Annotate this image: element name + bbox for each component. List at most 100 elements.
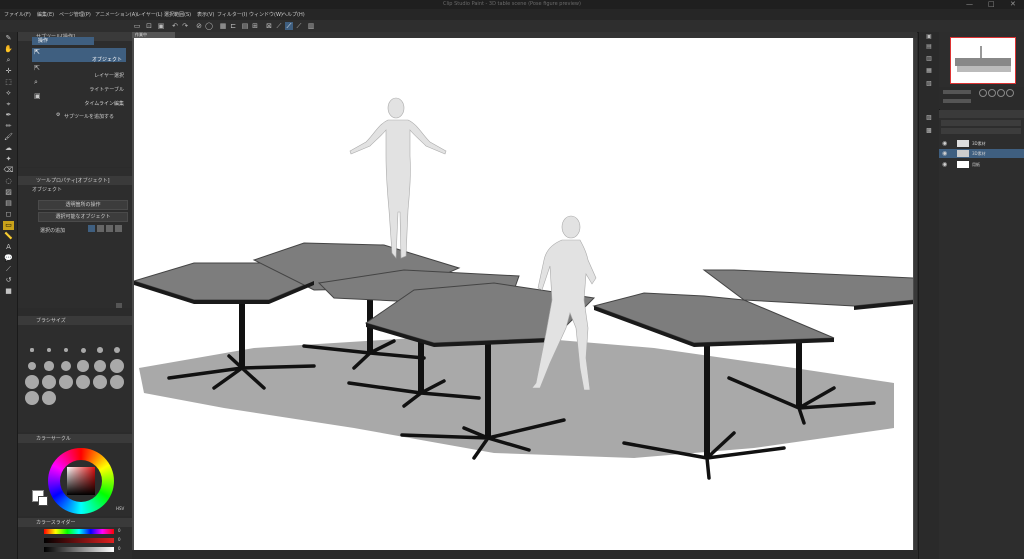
zoom-in-icon[interactable] [979,89,987,97]
sub-color-swatch[interactable] [38,496,48,506]
subtool-item-light-table[interactable]: ⌕ ライトテーブル [32,78,126,93]
layer-item-figures[interactable]: ◉ 3D素材 [939,139,1024,148]
grid-icon[interactable]: ▤ [241,22,249,30]
selection-mode-intersect-icon[interactable] [115,225,122,232]
brush-size-preset[interactable] [93,359,107,373]
selection-mode-remove-icon[interactable] [106,225,113,232]
brush-size-preset[interactable] [93,375,107,389]
subtool-item-layer-select[interactable]: ⇱ レイヤー選択 [32,64,126,79]
canvas[interactable] [134,38,913,550]
vertical-scrollbar[interactable] [914,38,917,550]
color-icon[interactable]: ■ [3,287,14,296]
brush-size-preset[interactable] [60,360,72,372]
pen-icon[interactable]: ✒ [3,111,14,120]
fill-icon[interactable]: ▦ [219,22,227,30]
brush-size-preset[interactable] [110,359,124,373]
brush-size-preset[interactable] [80,347,86,353]
zoom-icon[interactable]: ⌕ [3,56,14,65]
animation-icon[interactable]: ▩ [924,127,934,135]
red-slider[interactable] [44,529,114,534]
undo-icon[interactable]: ↶ [171,22,179,30]
move-icon[interactable]: ✛ [3,67,14,76]
eye-icon[interactable]: ◉ [942,140,947,147]
zoom-slider[interactable] [943,90,971,94]
brush-size-preset[interactable] [25,391,39,405]
eyedropper-icon[interactable]: ⌖ [3,100,14,109]
brush-size-preset[interactable] [47,348,51,352]
print-icon[interactable]: ⊞ [251,22,259,30]
navigator-icon[interactable]: ▣ [924,33,934,41]
brush-size-preset[interactable] [97,347,103,353]
layer-item-table[interactable]: ◉ 3D素材 [939,149,1024,158]
menu-item[interactable]: レイヤー(L) [136,11,163,18]
brush-size-preset[interactable] [76,375,90,389]
fill-icon[interactable]: ▨ [3,188,14,197]
menu-item[interactable]: 編集(E) [37,11,54,18]
menu-item[interactable]: 表示(V) [197,11,214,18]
selectable-object-select[interactable]: 選択可能なオブジェクト [38,212,128,222]
snap-ruler-icon[interactable]: ⟋ [275,22,283,30]
brush-size-preset[interactable] [110,375,124,389]
tool-property-settings-icon[interactable] [116,303,122,308]
saturation-value-square[interactable] [67,467,95,495]
material-icon[interactable]: ▨ [924,114,934,122]
blend-icon[interactable]: ◌ [3,177,14,186]
ruler-icon[interactable]: 📏 [3,232,14,241]
balloon-icon[interactable]: 💬 [3,254,14,263]
brush-size-preset[interactable] [28,362,36,370]
text-icon[interactable]: A [3,243,14,252]
selection-mode-new-icon[interactable] [88,225,95,232]
info-icon[interactable]: ▥ [924,55,934,63]
blue-slider[interactable] [44,547,114,552]
sub-view-icon[interactable]: ▤ [924,43,934,51]
selection-mode-add-icon[interactable] [97,225,104,232]
fit-icon[interactable] [997,89,1005,97]
brush-size-preset[interactable] [42,391,56,405]
transparent-operation-select[interactable]: 透明箇所の操作 [38,200,128,210]
redo-icon[interactable]: ↷ [181,22,189,30]
shape-icon[interactable]: ◻ [3,210,14,219]
brush-size-preset[interactable] [113,346,121,354]
menu-item[interactable]: アニメーション(A) [95,11,137,18]
airbrush-icon[interactable]: ☁ [3,144,14,153]
correction-icon[interactable]: ↺ [3,276,14,285]
layer-item-paper[interactable]: ◉ 用紙 [939,160,1024,169]
minimize-button[interactable]: — [966,0,973,8]
ruler-icon[interactable]: ⊠ [265,22,273,30]
menu-item[interactable]: ヘルプ(H) [282,11,305,18]
line-icon[interactable]: ⟋ [3,265,14,274]
hand-icon[interactable]: ✋ [3,45,14,54]
pencil-icon[interactable]: ✏ [3,122,14,131]
open-icon[interactable]: ⊡ [145,22,153,30]
snap-grid-icon[interactable]: ⟋ [295,22,303,30]
menu-item[interactable]: ファイル(F) [4,11,31,18]
menu-item[interactable]: ページ管理(P) [59,11,91,18]
subtool-item-timeline[interactable]: ▣ タイムライン編集 [32,92,126,107]
brush-size-preset[interactable] [59,375,73,389]
menu-item[interactable]: 選択範囲(S) [164,11,191,18]
frame-icon[interactable]: ▭ [3,221,14,230]
save-icon[interactable]: ▣ [157,22,165,30]
green-slider[interactable] [44,538,114,543]
menu-item[interactable]: フィルター(I) [217,11,247,18]
subtool-item-object[interactable]: ⇱ オブジェクト [32,48,126,63]
clear-icon[interactable]: ⊘ [195,22,203,30]
eye-icon[interactable]: ◉ [942,150,947,157]
brush-size-preset[interactable] [44,361,54,371]
search-layer-icon[interactable]: ▧ [924,80,934,88]
close-button[interactable]: ✕ [1010,0,1016,8]
gradient-icon[interactable]: ▤ [3,199,14,208]
settings-icon[interactable]: ▥ [307,22,315,30]
snap-special-ruler-icon[interactable]: ⟋ [285,22,293,30]
brush-size-preset[interactable] [25,375,39,389]
eye-icon[interactable]: ◉ [942,161,947,168]
brush-size-preset[interactable] [63,347,69,353]
pen-icon[interactable]: ✎ [3,34,14,43]
new-icon[interactable]: ▭ [133,22,141,30]
lasso-icon[interactable]: ⟡ [3,89,14,98]
navigator-thumbnail[interactable] [950,37,1016,84]
layer-property-icon[interactable]: ▦ [924,67,934,75]
zoom-out-icon[interactable] [988,89,996,97]
opacity-slider[interactable] [941,128,1021,134]
decoration-icon[interactable]: ✦ [3,155,14,164]
